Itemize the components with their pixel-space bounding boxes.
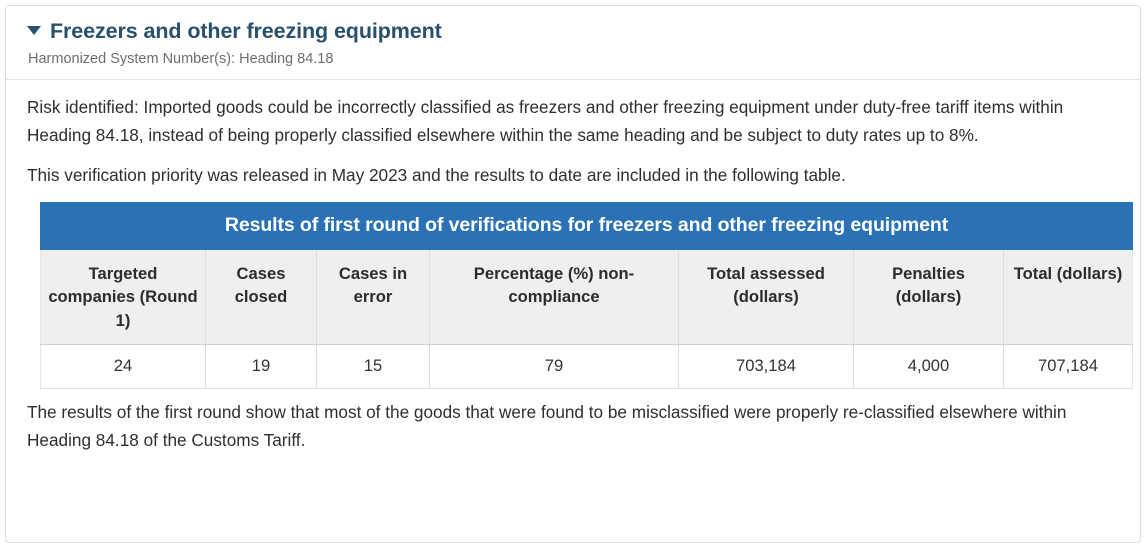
caret-down-icon[interactable] [27, 26, 41, 35]
column-header-total-assessed: Total assessed (dollars) [678, 249, 854, 346]
card-body: Risk identified: Imported goods could be… [6, 80, 1140, 455]
table-header-row: Targeted companies (Round 1) Cases close… [40, 249, 1133, 346]
column-header-targeted-companies: Targeted companies (Round 1) [40, 249, 206, 346]
verification-priority-card: Freezers and other freezing equipment Ha… [5, 5, 1141, 543]
table-caption: Results of first round of verifications … [40, 201, 1133, 250]
cell-penalties: 4,000 [853, 344, 1004, 390]
page-title: Freezers and other freezing equipment [50, 19, 442, 43]
column-header-total: Total (dollars) [1003, 249, 1133, 346]
table-row: 24 19 15 79 703,184 4,000 707,184 [40, 344, 1133, 390]
cell-targeted-companies: 24 [40, 344, 206, 390]
column-header-cases-closed: Cases closed [205, 249, 317, 346]
column-header-penalties: Penalties (dollars) [853, 249, 1004, 346]
conclusion-paragraph: The results of the first round show that… [27, 402, 1067, 451]
risk-identified-paragraph: Risk identified: Imported goods could be… [27, 97, 1064, 145]
cell-cases-in-error: 15 [316, 344, 430, 390]
cell-cases-closed: 19 [205, 344, 317, 390]
harmonized-system-number: Harmonized System Number(s): Heading 84.… [28, 50, 334, 67]
column-header-cases-in-error: Cases in error [316, 249, 430, 346]
results-table-wrapper: Results of first round of verifications … [40, 201, 1133, 390]
section-title-row[interactable]: Freezers and other freezing equipment [27, 19, 1140, 44]
results-table: Results of first round of verifications … [40, 201, 1133, 390]
release-paragraph: This verification priority was released … [27, 164, 846, 185]
column-header-percentage-non-compliance: Percentage (%) non-compliance [429, 249, 679, 346]
cell-percentage-non-compliance: 79 [429, 344, 679, 390]
cell-total-assessed: 703,184 [678, 344, 854, 390]
card-header: Freezers and other freezing equipment Ha… [6, 6, 1140, 81]
cell-total: 707,184 [1003, 344, 1133, 390]
